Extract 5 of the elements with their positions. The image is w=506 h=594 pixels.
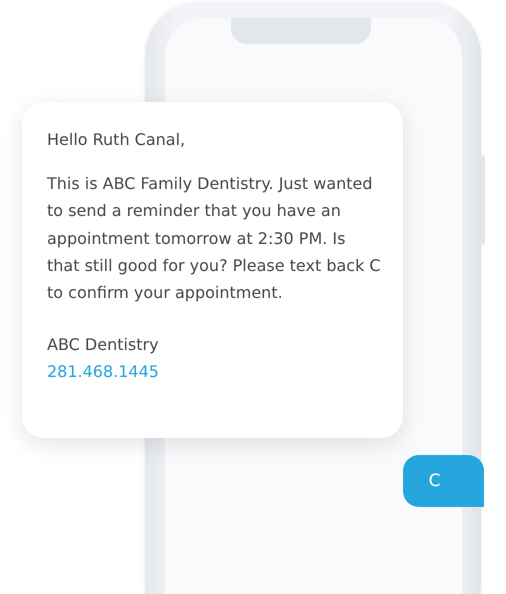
message-text: This is ABC Family Dentistry. Just wanted to send a reminder that you have an appointment tomorrow at 2:30 PM. Is that still good for you? Please text back C to confirm your appointment.	[47, 173, 382, 304]
signature-text: ABC Dentistry	[47, 334, 160, 356]
reply-bubble: C	[403, 455, 484, 507]
greeting-text: Hello Ruth Canal,	[47, 129, 186, 151]
phone-number-link[interactable]: 281.468.1445	[47, 358, 383, 386]
